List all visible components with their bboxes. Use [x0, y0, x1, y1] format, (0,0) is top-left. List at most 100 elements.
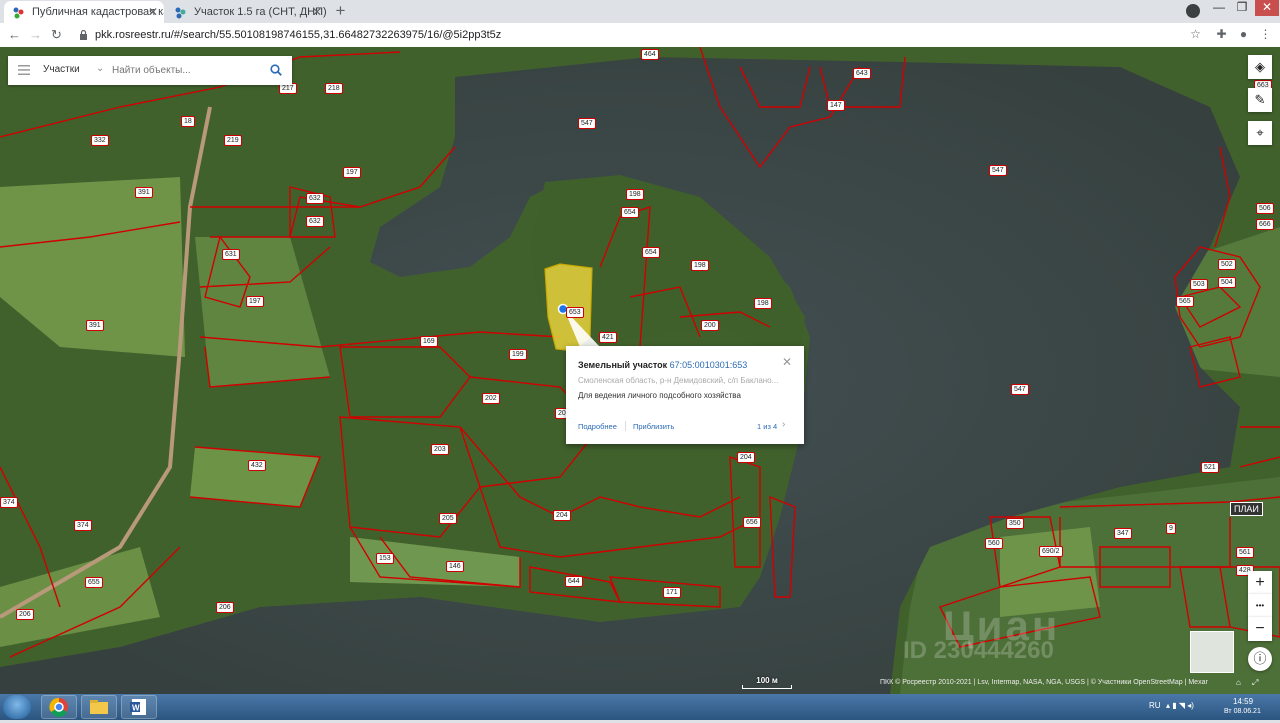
- clock-time[interactable]: 14:59: [1233, 697, 1253, 706]
- close-icon[interactable]: ✕: [782, 355, 792, 369]
- tab-listing[interactable]: Участок 1.5 га (СНТ, ДНП) на пр ✕: [166, 1, 328, 23]
- reload-icon[interactable]: ↻: [48, 26, 65, 43]
- close-window-icon[interactable]: ✕: [1255, 0, 1279, 16]
- back-arrow-icon[interactable]: ←: [6, 26, 23, 43]
- parcel-number-label[interactable]: 206: [216, 602, 234, 613]
- cadastral-map[interactable]: 464 218 217 18 219 332 391 197 632 632 631 197 391 54…: [0, 47, 1280, 694]
- fullscreen-icon[interactable]: ⤢: [1252, 678, 1258, 688]
- clock-date[interactable]: Вт 08.06.21: [1224, 708, 1261, 715]
- search-type-select[interactable]: Участки: [43, 64, 80, 75]
- tab-cadastral-map[interactable]: Публичная кадастровая карта ✕: [4, 1, 164, 23]
- parcel-number-label[interactable]: 547: [989, 165, 1007, 176]
- parcel-number-label[interactable]: 374: [0, 497, 18, 508]
- parcel-number-label[interactable]: 391: [135, 187, 153, 198]
- parcel-number-label[interactable]: 198: [691, 260, 709, 271]
- parcel-number-label[interactable]: 690/2: [1039, 546, 1063, 557]
- parcel-number-label[interactable]: 146: [446, 561, 464, 572]
- parcel-number-label[interactable]: 153: [376, 553, 394, 564]
- parcel-number-label[interactable]: 561: [1236, 547, 1254, 558]
- parcel-number-label[interactable]: 560: [985, 538, 1003, 549]
- layers-icon[interactable]: ◈: [1248, 55, 1272, 79]
- menu-hamburger-icon[interactable]: [18, 65, 30, 75]
- cadastral-number-link[interactable]: 67:05:0010301:653: [670, 360, 748, 370]
- parcel-number-label[interactable]: 197: [343, 167, 361, 178]
- parcel-number-label[interactable]: 655: [85, 577, 103, 588]
- parcel-number-label[interactable]: 632: [306, 216, 324, 227]
- parcel-number-label[interactable]: 654: [642, 247, 660, 258]
- chevron-down-icon[interactable]: ⌄: [96, 63, 104, 74]
- parcel-number-label[interactable]: 219: [224, 135, 242, 146]
- minimap-thumbnail[interactable]: [1190, 631, 1234, 673]
- parcel-number-label[interactable]: 506: [1256, 203, 1274, 214]
- parcel-number-label[interactable]: 200: [701, 320, 719, 331]
- locate-crosshair-icon[interactable]: ⌖: [1248, 121, 1272, 145]
- address-bar[interactable]: pkk.rosreestr.ru/#/search/55.50108198746…: [73, 25, 1206, 45]
- search-icon[interactable]: [270, 64, 282, 76]
- parcel-number-label[interactable]: 521: [1201, 462, 1219, 473]
- profile-menu-icon[interactable]: [1186, 4, 1200, 18]
- parcel-number-label[interactable]: 643: [853, 68, 871, 79]
- parcel-number-label[interactable]: 666: [1256, 219, 1274, 230]
- explorer-taskbar-icon[interactable]: [81, 695, 117, 719]
- word-taskbar-icon[interactable]: W: [121, 695, 157, 719]
- new-tab-button[interactable]: +: [331, 2, 350, 21]
- parcel-number-label[interactable]: 421: [599, 332, 617, 343]
- parcel-number-label[interactable]: 631: [222, 249, 240, 260]
- parcel-number-label[interactable]: 332: [91, 135, 109, 146]
- parcel-number-label[interactable]: 171: [663, 587, 681, 598]
- parcel-number-label[interactable]: 504: [1218, 277, 1236, 288]
- parcel-number-label[interactable]: 502: [1218, 259, 1236, 270]
- parcel-number-label[interactable]: 503: [1190, 279, 1208, 290]
- tray-icons[interactable]: ▴ ▮ ◥ ◂): [1166, 701, 1194, 710]
- parcel-number-label[interactable]: 9: [1166, 523, 1176, 534]
- maximize-icon[interactable]: ❐: [1232, 0, 1252, 16]
- parcel-number-label[interactable]: 565: [1176, 296, 1194, 307]
- ruler-measure-icon[interactable]: ✎: [1248, 88, 1272, 112]
- parcel-number-label[interactable]: 147: [827, 100, 845, 111]
- parcel-number-label[interactable]: 198: [754, 298, 772, 309]
- parcel-number-label[interactable]: 653: [566, 307, 584, 318]
- chevron-right-icon[interactable]: ›: [782, 419, 785, 430]
- tab-close-icon[interactable]: ✕: [148, 5, 158, 19]
- profile-icon[interactable]: ●: [1235, 26, 1252, 43]
- browser-menu-icon[interactable]: ⋮: [1257, 26, 1274, 43]
- windows-start-icon[interactable]: [3, 695, 31, 719]
- parcel-number-label[interactable]: 197: [246, 296, 264, 307]
- info-icon[interactable]: ⓘ: [1248, 647, 1272, 671]
- parcel-number-label[interactable]: 204: [737, 452, 755, 463]
- zoom-in-button[interactable]: +: [1248, 571, 1272, 595]
- search-input[interactable]: [112, 62, 262, 78]
- parcel-number-label[interactable]: 206: [16, 609, 34, 620]
- parcel-number-label[interactable]: 203: [431, 444, 449, 455]
- parcel-number-label[interactable]: 632: [306, 193, 324, 204]
- details-link[interactable]: Подробнее: [578, 422, 617, 431]
- chrome-taskbar-icon[interactable]: [41, 695, 77, 719]
- parcel-number-label[interactable]: 350: [1006, 518, 1024, 529]
- parcel-number-label[interactable]: 464: [641, 49, 659, 60]
- parcel-number-label[interactable]: 218: [325, 83, 343, 94]
- tab-close-icon[interactable]: ✕: [312, 5, 322, 19]
- zoom-to-link[interactable]: Приблизить: [633, 422, 674, 431]
- parcel-number-label[interactable]: 198: [626, 189, 644, 200]
- more-options-button[interactable]: •••: [1248, 594, 1272, 618]
- minimize-icon[interactable]: —: [1209, 0, 1229, 16]
- parcel-number-label[interactable]: 202: [482, 393, 500, 404]
- parcel-number-label[interactable]: 205: [439, 513, 457, 524]
- home-icon[interactable]: ⌂: [1236, 678, 1241, 687]
- parcel-number-label[interactable]: 656: [743, 517, 761, 528]
- parcel-number-label[interactable]: 654: [621, 207, 639, 218]
- parcel-number-label[interactable]: 547: [578, 118, 596, 129]
- parcel-number-label[interactable]: 18: [181, 116, 195, 127]
- bookmark-star-icon[interactable]: ☆: [1187, 26, 1204, 43]
- zoom-out-button[interactable]: −: [1248, 617, 1272, 641]
- parcel-number-label[interactable]: 199: [509, 349, 527, 360]
- parcel-number-label[interactable]: 169: [420, 336, 438, 347]
- parcel-number-label[interactable]: 391: [86, 320, 104, 331]
- parcel-number-label[interactable]: 432: [248, 460, 266, 471]
- forward-arrow-icon[interactable]: →: [27, 26, 44, 43]
- parcel-number-label[interactable]: 547: [1011, 384, 1029, 395]
- parcel-number-label[interactable]: 374: [74, 520, 92, 531]
- parcel-number-label[interactable]: 347: [1114, 528, 1132, 539]
- parcel-number-label[interactable]: 204: [553, 510, 571, 521]
- input-language[interactable]: RU: [1149, 701, 1161, 710]
